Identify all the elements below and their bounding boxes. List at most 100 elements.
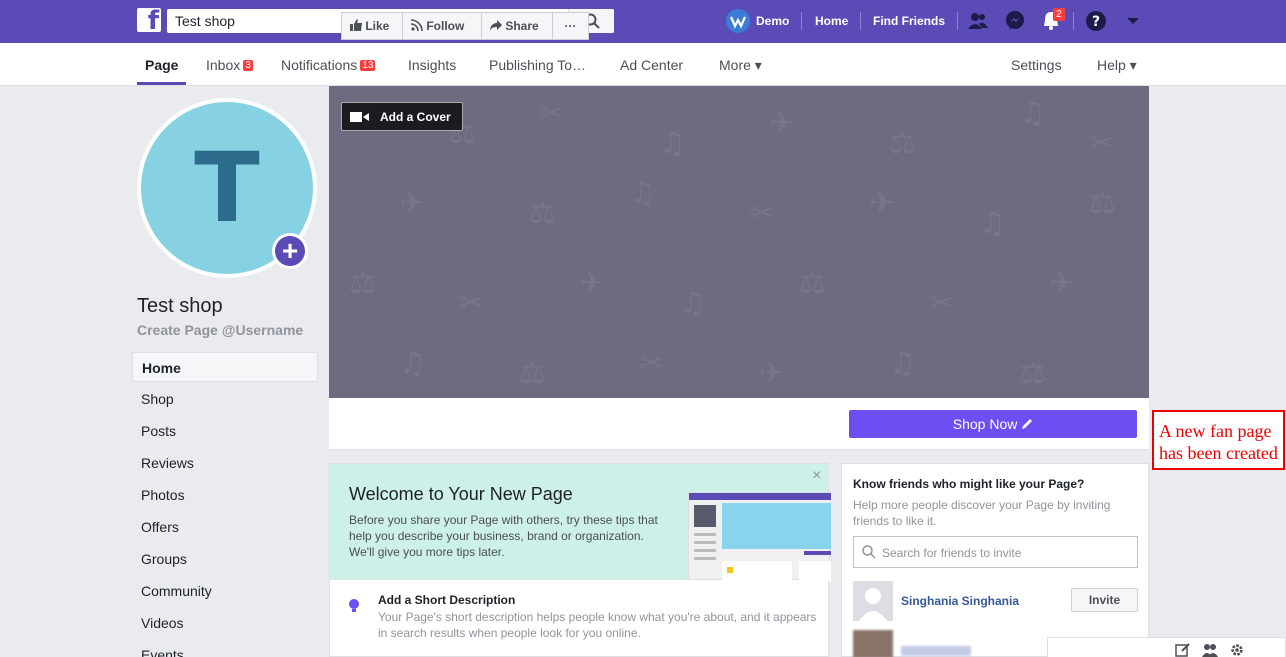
invite-button[interactable]: Invite <box>1071 588 1138 612</box>
facebook-logo-icon[interactable]: f <box>137 8 161 32</box>
divider <box>860 12 861 30</box>
friend-avatar[interactable] <box>853 630 893 657</box>
messenger-icon[interactable] <box>1004 10 1026 32</box>
sidebar-item-posts[interactable]: Posts <box>132 416 318 446</box>
thumbs-up-icon <box>350 19 362 31</box>
like-label: Like <box>365 19 390 33</box>
create-username-link[interactable]: Create Page @Username <box>137 322 303 338</box>
tab-page[interactable]: Page <box>145 57 178 73</box>
tab-inbox[interactable]: Inbox 3 <box>206 57 253 73</box>
welcome-title: Welcome to Your New Page <box>349 484 573 504</box>
invite-search-input[interactable]: Search for friends to invite <box>853 536 1138 568</box>
shop-now-button[interactable]: Shop Now <box>849 410 1137 438</box>
profile-initial: T <box>194 132 260 244</box>
chat-settings-gear-icon[interactable] <box>1229 643 1245 657</box>
search-input[interactable]: Test shop <box>175 13 235 29</box>
invite-title: Know friends who might like your Page? <box>853 477 1085 491</box>
more-options-button[interactable]: ··· <box>552 12 589 40</box>
cover-photo-area: ♫ ⚖ ✂ ♫ ✈ ⚖ ♫ ✂ ✈ ⚖ ♫ ✂ ✈ ♫ ⚖ ⚖ ✂ ✈ ♫ ⚖ … <box>329 86 1149 398</box>
sidebar-item-community[interactable]: Community <box>132 576 318 606</box>
share-label: Share <box>505 19 539 33</box>
video-camera-icon <box>350 112 369 122</box>
pattern-icon: ✂ <box>1089 126 1115 161</box>
pattern-icon: ✂ <box>929 286 955 321</box>
pattern-icon: ⚖ <box>529 196 556 231</box>
active-tab-indicator <box>137 82 186 85</box>
sidebar-item-home[interactable]: Home <box>132 352 318 382</box>
svg-text:?: ? <box>1092 14 1100 30</box>
user-logo-icon <box>729 16 747 29</box>
pattern-icon: ♫ <box>659 126 686 161</box>
sidebar-item-groups[interactable]: Groups <box>132 544 318 574</box>
page-title: Test shop <box>137 295 223 317</box>
account-menu-chevron-down-icon[interactable] <box>1122 10 1144 32</box>
pattern-icon: ✂ <box>539 96 565 131</box>
welcome-card: Welcome to Your New Page Before you shar… <box>329 463 831 657</box>
share-button[interactable]: Share <box>481 12 553 40</box>
add-cover-label: Add a Cover <box>380 110 451 124</box>
sidebar-item-videos[interactable]: Videos <box>132 608 318 638</box>
friend-name-link[interactable] <box>901 646 971 656</box>
tab-settings[interactable]: Settings <box>1011 57 1062 73</box>
illustration-line <box>694 549 716 552</box>
follow-button[interactable]: Follow <box>402 12 482 40</box>
tab-publishing-tools[interactable]: Publishing To… <box>489 57 586 73</box>
divider <box>957 12 958 30</box>
pattern-icon: ✂ <box>459 286 485 321</box>
tab-insights[interactable]: Insights <box>408 57 456 73</box>
pattern-icon: ⚖ <box>1019 356 1046 391</box>
illustration-line <box>694 557 716 560</box>
friend-avatar[interactable] <box>853 581 893 621</box>
pencil-edit-icon <box>1022 419 1033 429</box>
help-icon[interactable]: ? <box>1085 10 1107 32</box>
tab-notifications[interactable]: Notifications 13 <box>281 57 376 73</box>
pattern-icon: ⚖ <box>349 266 376 301</box>
sidebar-item-photos[interactable]: Photos <box>132 480 318 510</box>
welcome-banner: Welcome to Your New Page Before you shar… <box>330 464 831 581</box>
short-description-text: Your Page's short description helps peop… <box>378 610 817 640</box>
compose-new-message-icon[interactable] <box>1175 643 1191 657</box>
page-preview-illustration <box>688 492 831 581</box>
short-description-title[interactable]: Add a Short Description <box>378 593 515 607</box>
plus-icon: + <box>275 236 305 266</box>
pattern-icon: ⚖ <box>889 126 916 161</box>
follow-label: Follow <box>426 19 465 33</box>
rss-follow-icon <box>410 19 423 32</box>
pattern-icon: ♫ <box>889 346 916 381</box>
user-avatar[interactable] <box>726 9 750 33</box>
group-chat-icon[interactable] <box>1202 643 1218 657</box>
illustration-line <box>694 541 716 544</box>
close-icon[interactable]: × <box>812 467 821 485</box>
inbox-badge: 3 <box>243 60 253 71</box>
illustration-header <box>689 493 831 500</box>
search-icon <box>862 545 876 559</box>
share-arrow-icon <box>490 20 502 31</box>
sidebar-item-offers[interactable]: Offers <box>132 512 318 542</box>
top-navigation-bar: f Test shop Demo Home Find Friends 2 ? <box>0 0 1286 43</box>
page-navigation-bar: Page Inbox 3 Notifications 13 Insights Pub… <box>0 43 1286 86</box>
friend-name-link[interactable]: Singhania Singhania <box>901 594 1019 608</box>
illustration-button <box>804 551 831 555</box>
tab-notifications-label: Notifications <box>281 57 358 73</box>
like-button[interactable]: Like <box>341 12 403 40</box>
pattern-icon: ⚖ <box>519 356 546 391</box>
add-cover-button[interactable]: Add a Cover <box>341 102 463 131</box>
pattern-icon: ♫ <box>679 286 706 321</box>
sidebar-item-shop[interactable]: Shop <box>132 384 318 414</box>
tab-help[interactable]: Help ▾ <box>1097 57 1137 74</box>
add-profile-picture-button[interactable]: + <box>272 233 308 269</box>
pattern-icon: ⚖ <box>1089 186 1116 221</box>
pattern-icon: ✈ <box>769 106 795 141</box>
friend-requests-icon[interactable] <box>967 10 989 32</box>
illustration-avatar <box>694 505 716 527</box>
chat-tray <box>1047 637 1286 657</box>
pattern-icon: ✂ <box>749 196 775 231</box>
invite-description: Help more people discover your Page by i… <box>853 498 1111 528</box>
illustration-cover <box>722 503 831 549</box>
sidebar-item-reviews[interactable]: Reviews <box>132 448 318 478</box>
pattern-icon: ⚖ <box>799 266 826 301</box>
tab-more[interactable]: More ▾ <box>719 57 762 74</box>
tab-ad-center[interactable]: Ad Center <box>620 57 683 73</box>
sidebar-item-events[interactable]: Events <box>132 640 318 657</box>
pattern-icon: ✈ <box>869 186 895 221</box>
